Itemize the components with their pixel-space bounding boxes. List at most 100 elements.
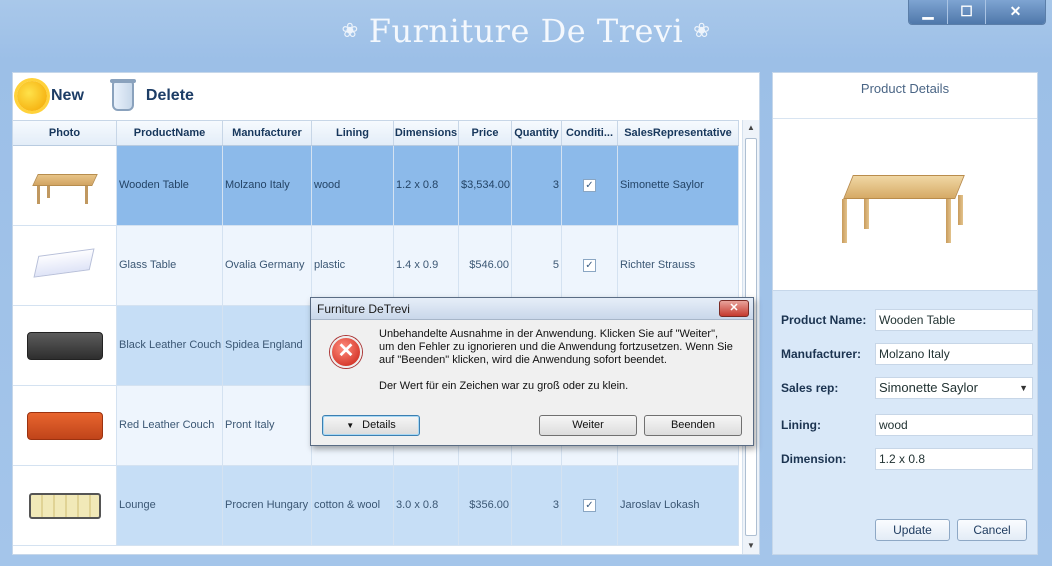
manufacturer-cell: Molzano Italy bbox=[223, 146, 312, 225]
dimension-input[interactable]: 1.2 x 0.8 bbox=[875, 448, 1033, 470]
manufacturer-input[interactable]: Molzano Italy bbox=[875, 343, 1033, 365]
ornament-right-icon: ❀ bbox=[693, 18, 711, 42]
dialog-titlebar: Furniture DeTrevi ✕ bbox=[311, 298, 753, 320]
details-button[interactable]: ▼ Details bbox=[322, 415, 420, 436]
column-header-lining[interactable]: Lining bbox=[312, 121, 394, 145]
lining-label: Lining: bbox=[781, 418, 821, 432]
new-button-label: New bbox=[51, 87, 84, 104]
scroll-down-arrow-icon[interactable]: ▼ bbox=[743, 538, 759, 554]
product-name-cell: Glass Table bbox=[117, 226, 223, 305]
sales-rep-selected: Simonette Saylor bbox=[879, 380, 978, 395]
photo-cell bbox=[13, 306, 117, 385]
column-header-condition[interactable]: Conditi... bbox=[562, 121, 618, 145]
sales-rep-cell: Simonette Saylor bbox=[618, 146, 739, 225]
product-name-cell: Wooden Table bbox=[117, 146, 223, 225]
app-title-text: Furniture De Trevi bbox=[368, 12, 684, 50]
lining-field-row: Lining: wood bbox=[781, 414, 1033, 436]
condition-checkbox[interactable]: ✓ bbox=[583, 498, 596, 512]
lining-cell: cotton & wool bbox=[312, 466, 394, 545]
column-header-dimensions[interactable]: Dimensions bbox=[394, 121, 459, 145]
sales-rep-label: Sales rep: bbox=[781, 381, 839, 395]
product-name-label: Product Name: bbox=[781, 313, 867, 327]
price-cell: $3,534.00 bbox=[459, 146, 512, 225]
red-couch-image bbox=[26, 411, 103, 440]
recycle-bin-icon bbox=[109, 79, 136, 111]
error-icon: ✕ bbox=[330, 336, 362, 368]
lining-cell: plastic bbox=[312, 226, 394, 305]
price-cell: $546.00 bbox=[459, 226, 512, 305]
photo-cell bbox=[13, 146, 117, 225]
sales-rep-dropdown[interactable]: Simonette Saylor ▼ bbox=[875, 377, 1033, 399]
ornament-left-icon: ❀ bbox=[341, 18, 359, 42]
new-sun-icon bbox=[17, 81, 47, 111]
photo-cell bbox=[13, 386, 117, 465]
product-image bbox=[773, 119, 1037, 291]
cancel-button[interactable]: Cancel bbox=[957, 519, 1027, 541]
dialog-message-line: um den Fehler zu ignorieren und die Anwe… bbox=[379, 341, 733, 353]
dimension-field-row: Dimension: 1.2 x 0.8 bbox=[781, 448, 1033, 470]
continue-button[interactable]: Weiter bbox=[539, 415, 637, 436]
wooden-table-image bbox=[31, 166, 98, 206]
dimensions-cell: 1.2 x 0.8 bbox=[394, 146, 459, 225]
product-name-input[interactable]: Wooden Table bbox=[875, 309, 1033, 331]
condition-cell: ✓ bbox=[562, 466, 618, 545]
dimensions-cell: 1.4 x 0.9 bbox=[394, 226, 459, 305]
delete-button-label: Delete bbox=[145, 87, 194, 104]
quantity-cell: 3 bbox=[512, 466, 562, 545]
condition-cell: ✓ bbox=[562, 226, 618, 305]
manufacturer-cell: Pront Italy bbox=[223, 386, 312, 465]
dialog-message-line: Unbehandelte Ausnahme in der Anwendung. … bbox=[379, 328, 719, 340]
dimensions-cell: 3.0 x 0.8 bbox=[394, 466, 459, 545]
photo-cell bbox=[13, 226, 117, 305]
column-header-productname[interactable]: ProductName bbox=[117, 121, 223, 145]
dropdown-arrow-icon[interactable]: ▼ bbox=[1019, 378, 1028, 398]
column-header-photo[interactable]: Photo bbox=[13, 121, 117, 145]
lining-cell: wood bbox=[312, 146, 394, 225]
lining-input[interactable]: wood bbox=[875, 414, 1033, 436]
product-details-panel: Product Details Product Name: Wooden Tab… bbox=[772, 72, 1038, 555]
sales-rep-cell: Jaroslav Lokash bbox=[618, 466, 739, 545]
scroll-up-arrow-icon[interactable]: ▲ bbox=[743, 120, 759, 136]
new-button[interactable]: New bbox=[17, 81, 84, 111]
dialog-detail-message: Der Wert für ein Zeichen war zu groß ode… bbox=[379, 380, 629, 392]
dimension-label: Dimension: bbox=[781, 452, 847, 466]
table-row[interactable]: Glass Table Ovalia Germany plastic 1.4 x… bbox=[13, 226, 739, 306]
price-cell: $356.00 bbox=[459, 466, 512, 545]
dialog-message-line: auf "Beenden" klicken, wird die Anwendun… bbox=[379, 354, 667, 366]
error-dialog: Furniture DeTrevi ✕ ✕ Unbehandelte Ausna… bbox=[310, 297, 754, 446]
wooden-table-large-image bbox=[840, 165, 970, 245]
grid-header: Photo ProductName Manufacturer Lining Di… bbox=[13, 120, 739, 146]
dialog-close-button[interactable]: ✕ bbox=[719, 300, 749, 317]
update-button[interactable]: Update bbox=[875, 519, 950, 541]
column-header-salesrepresentative[interactable]: SalesRepresentative bbox=[618, 121, 739, 145]
table-row[interactable]: Wooden Table Molzano Italy wood 1.2 x 0.… bbox=[13, 146, 739, 226]
product-name-cell: Red Leather Couch bbox=[117, 386, 223, 465]
manufacturer-cell: Spidea England bbox=[223, 306, 312, 385]
quit-button[interactable]: Beenden bbox=[644, 415, 742, 436]
quantity-cell: 5 bbox=[512, 226, 562, 305]
delete-button[interactable]: Delete bbox=[104, 79, 194, 111]
column-header-price[interactable]: Price bbox=[459, 121, 512, 145]
dialog-message: Unbehandelte Ausnahme in der Anwendung. … bbox=[379, 328, 739, 367]
toolbar: New Delete bbox=[13, 73, 759, 119]
sales-rep-field-row: Sales rep: Simonette Saylor ▼ bbox=[781, 377, 1033, 399]
table-row[interactable]: Lounge Procren Hungary cotton & wool 3.0… bbox=[13, 466, 739, 546]
product-name-field-row: Product Name: Wooden Table bbox=[781, 309, 1033, 331]
manufacturer-field-row: Manufacturer: Molzano Italy bbox=[781, 343, 1033, 365]
product-name-cell: Black Leather Couch bbox=[117, 306, 223, 385]
manufacturer-label: Manufacturer: bbox=[781, 347, 862, 361]
product-name-cell: Lounge bbox=[117, 466, 223, 545]
lounge-image bbox=[28, 492, 101, 519]
details-chevron-down-icon: ▼ bbox=[346, 421, 355, 430]
details-button-label: Details bbox=[362, 419, 396, 431]
condition-checkbox[interactable]: ✓ bbox=[583, 178, 596, 192]
quantity-cell: 3 bbox=[512, 146, 562, 225]
app-title: ❀ Furniture De Trevi ❀ bbox=[0, 12, 1052, 50]
dialog-title: Furniture DeTrevi bbox=[317, 302, 410, 316]
black-couch-image bbox=[26, 331, 103, 360]
photo-cell bbox=[13, 466, 117, 545]
condition-checkbox[interactable]: ✓ bbox=[583, 258, 596, 272]
product-details-title: Product Details bbox=[773, 73, 1037, 119]
column-header-manufacturer[interactable]: Manufacturer bbox=[223, 121, 312, 145]
column-header-quantity[interactable]: Quantity bbox=[512, 121, 562, 145]
